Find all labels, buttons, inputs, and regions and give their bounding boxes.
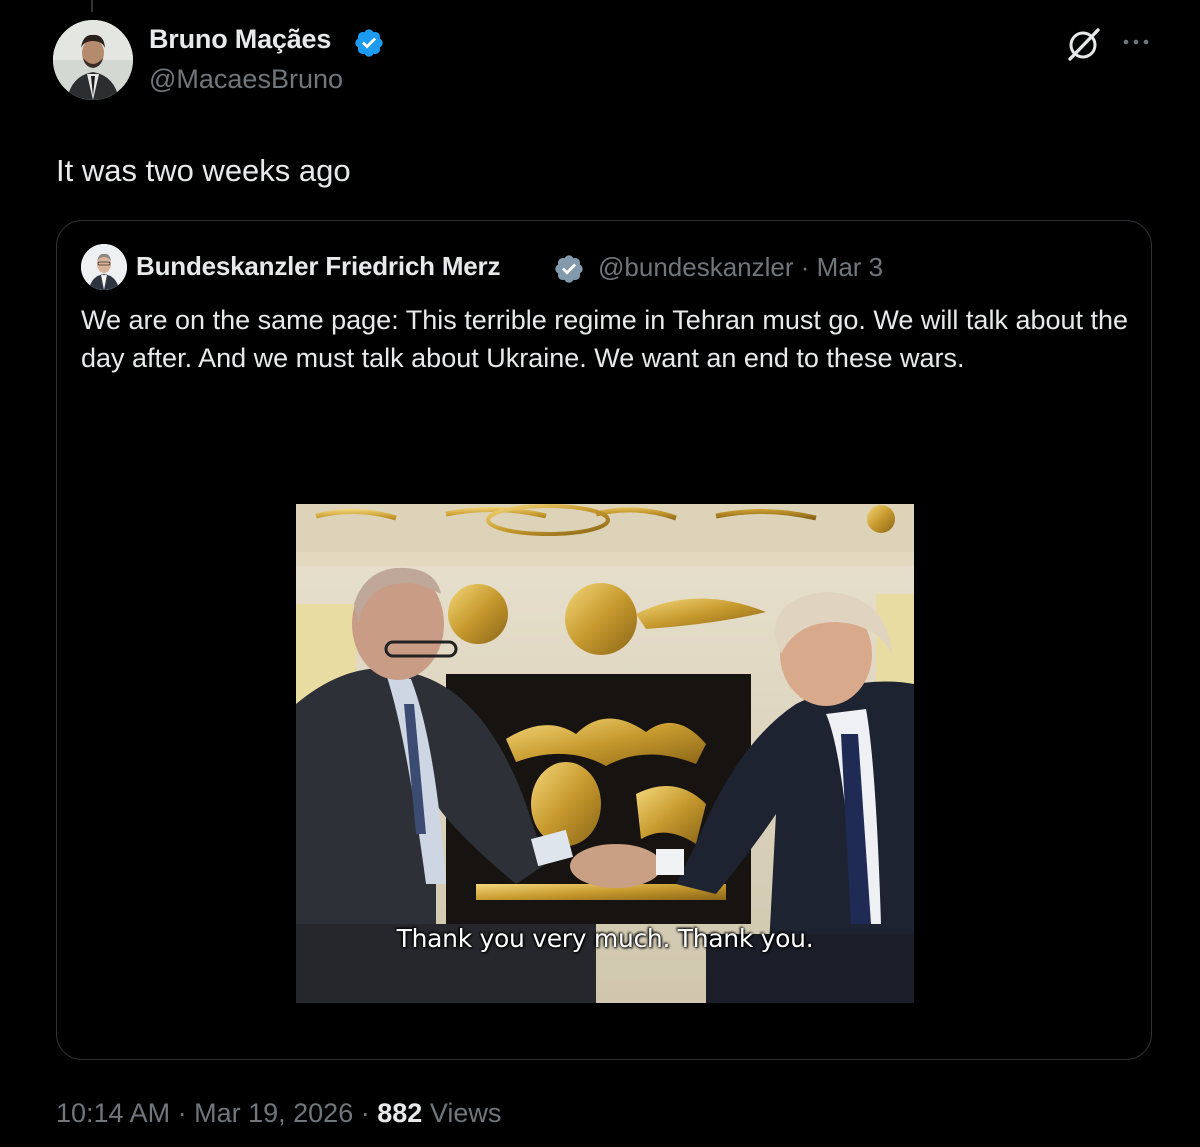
footer-separator: · — [177, 1098, 187, 1128]
grok-icon[interactable] — [1064, 24, 1104, 64]
quoted-tweet-text: We are on the same page: This terrible r… — [81, 305, 1129, 373]
quoted-tweet-card[interactable]: Bundeskanzler Friedrich Merz @bundeskanz… — [56, 220, 1152, 1060]
more-options-icon[interactable] — [1118, 28, 1154, 56]
views-label[interactable]: Views — [430, 1098, 502, 1128]
video-caption: Thank you very much. Thank you. — [396, 924, 814, 953]
tweet-date[interactable]: Mar 19, 2026 — [194, 1098, 353, 1128]
tweet-detail: Bruno Maçães @MacaesBruno It was two wee… — [0, 0, 1200, 1147]
author-name[interactable]: Bruno Maçães — [149, 24, 331, 55]
quoted-date[interactable]: Mar 3 — [817, 252, 883, 282]
quoted-author-handle[interactable]: @bundeskanzler — [598, 252, 794, 282]
quoted-author-name[interactable]: Bundeskanzler Friedrich Merz — [136, 251, 500, 282]
meta-separator: · — [800, 252, 810, 282]
tweet-text: It was two weeks ago — [56, 153, 351, 188]
quoted-meta: @bundeskanzler · Mar 3 — [598, 252, 883, 283]
author-handle[interactable]: @MacaesBruno — [149, 64, 343, 95]
author-avatar[interactable] — [53, 20, 133, 100]
verified-badge-icon[interactable] — [353, 27, 385, 59]
thread-connector-line — [91, 0, 93, 12]
tweet-time[interactable]: 10:14 AM — [56, 1098, 170, 1128]
quoted-verified-badge-icon[interactable] — [553, 253, 585, 285]
views-count[interactable]: 882 — [377, 1098, 422, 1128]
footer-separator: · — [360, 1098, 370, 1128]
tweet-metadata: 10:14 AM · Mar 19, 2026 · 882 Views — [56, 1098, 501, 1129]
quoted-author-avatar[interactable] — [81, 244, 127, 290]
quoted-video[interactable]: Thank you very much. Thank you. — [296, 504, 914, 1003]
